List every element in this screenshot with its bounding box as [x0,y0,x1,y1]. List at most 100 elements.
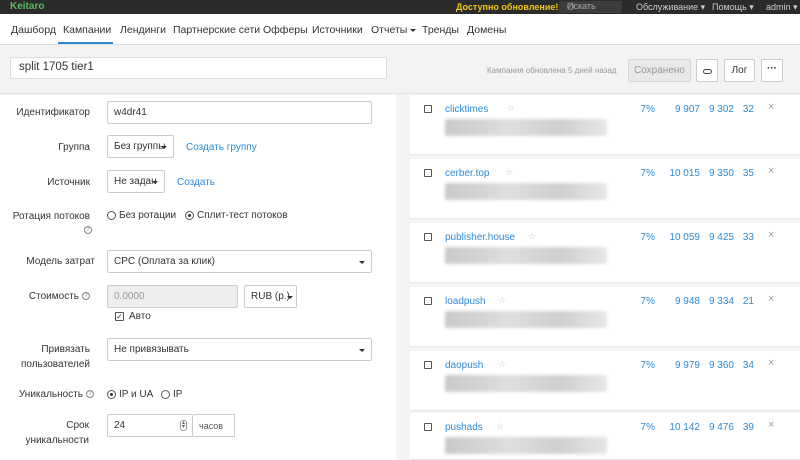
close-icon[interactable]: × [768,229,774,241]
stream-name-link[interactable]: loadpush [445,296,486,307]
nav-reports[interactable]: Отчеты [371,24,417,36]
stepper-icon[interactable]: ▴ ▾ [180,420,187,431]
stream-conversions[interactable]: 35 [724,168,754,179]
help-icon[interactable]: ? [84,226,92,234]
rotation-split-label[interactable]: Сплит-тест потоков [197,210,288,221]
stream-weight[interactable]: 7% [625,422,655,433]
app-logo[interactable]: Keitaro [10,1,44,12]
stream-weight[interactable]: 7% [625,296,655,307]
source-select-value: Не задан [114,176,157,187]
update-available-link[interactable]: Доступно обновление! [456,2,558,12]
chevron-down-icon [287,296,293,299]
currency-select-value: RUB (р.) [251,291,290,302]
currency-select[interactable]: RUB (р.) [244,285,297,308]
star-icon[interactable]: ☆ [505,167,513,178]
stream-name-link[interactable]: pushads [445,422,483,433]
stream-details-blurred [445,311,607,328]
uniqueness-ipua-label[interactable]: IP и UA [119,389,153,400]
close-icon[interactable]: × [768,101,774,113]
id-label: Идентификатор [16,107,90,118]
stream-conversions[interactable]: 39 [724,422,754,433]
help-icon[interactable]: ? [86,390,94,399]
more-button[interactable]: ··· [761,59,783,82]
source-select[interactable]: Не задан [107,170,165,193]
stream-checkbox[interactable] [424,297,432,305]
nav-affiliate-networks[interactable]: Партнерские сети [173,24,260,36]
nav-sources[interactable]: Источники [312,24,363,36]
uniqueness-term-label-2: уникальности [25,435,89,446]
nav-landings[interactable]: Лендинги [120,24,166,36]
stream-details-blurred [445,437,607,454]
rotation-none-label[interactable]: Без ротации [119,210,176,221]
stream-name-link[interactable]: cerber.top [445,168,489,179]
rotation-split-radio[interactable] [185,211,194,220]
group-label: Группа [58,142,90,153]
uniqueness-ipua-radio[interactable] [107,390,116,399]
menu-help[interactable]: Помощь ▾ [712,2,754,13]
close-icon[interactable]: × [768,419,774,431]
uniqueness-ip-label[interactable]: IP [173,389,182,400]
cost-model-select[interactable]: CPC (Оплата за клик) [107,250,372,273]
menu-service[interactable]: Обслуживание ▾ [636,2,705,13]
rotation-label: Ротация потоков [12,211,90,222]
nav-dashboard[interactable]: Дашборд [11,24,56,36]
campaign-link-button[interactable] [696,59,718,82]
campaign-settings-form: Идентификатор w4dr41 Группа Без группы С… [0,95,396,460]
stream-name-link[interactable]: publisher.house [445,232,515,243]
stream-name-link[interactable]: clicktimes [445,104,488,115]
search-icon [567,3,574,10]
stream-weight[interactable]: 7% [625,168,655,179]
stream-conversions[interactable]: 34 [724,360,754,371]
star-icon[interactable]: ☆ [496,421,504,432]
bind-users-select[interactable]: Не привязывать [107,338,372,361]
star-icon[interactable]: ☆ [507,103,515,114]
streams-list: clicktimes ☆ 7% 9 907 9 302 32 × cerber.… [396,95,800,460]
uniqueness-term-value: 24 [114,420,126,431]
stream-weight[interactable]: 7% [625,360,655,371]
cost-label-text: Стоимость [28,291,79,302]
cost-model-label: Модель затрат [26,256,95,267]
stream-checkbox[interactable] [424,361,432,369]
close-icon[interactable]: × [768,293,774,305]
nav-reports-label: Отчеты [371,24,408,36]
nav-offers[interactable]: Офферы [263,24,308,36]
nav-campaigns[interactable]: Кампании [63,24,111,36]
stream-weight[interactable]: 7% [625,232,655,243]
create-source-link[interactable]: Создать [177,177,215,188]
close-icon[interactable]: × [768,165,774,177]
stream-conversions[interactable]: 21 [724,296,754,307]
auto-cost-checkbox[interactable]: ✓ [115,312,124,321]
help-icon[interactable]: ? [82,292,90,301]
nav-trends[interactable]: Тренды [422,24,459,36]
stream-checkbox[interactable] [424,105,432,113]
star-icon[interactable]: ☆ [498,359,506,370]
group-select[interactable]: Без группы [107,135,174,158]
stream-conversions[interactable]: 33 [724,232,754,243]
stream-checkbox[interactable] [424,423,432,431]
nav-domains[interactable]: Домены [467,24,506,36]
star-icon[interactable]: ☆ [498,295,506,306]
stream-checkbox[interactable] [424,169,432,177]
id-input[interactable]: w4dr41 [107,101,372,124]
campaign-name-input[interactable]: split 1705 tier1 [10,57,387,79]
close-icon[interactable]: × [768,357,774,369]
rotation-none-radio[interactable] [107,211,116,220]
link-icon [703,69,712,74]
stream-card: publisher.house ☆ 7% 10 059 9 425 33 × [410,223,800,283]
global-search-input[interactable]: Искать [559,1,622,13]
stream-details-blurred [445,183,607,200]
uniqueness-term-input[interactable]: 24 ▴ ▾ [107,414,193,437]
stream-checkbox[interactable] [424,233,432,241]
star-icon[interactable]: ☆ [528,231,536,242]
menu-user[interactable]: admin ▾ [766,2,798,13]
stream-conversions[interactable]: 32 [724,104,754,115]
stream-name-link[interactable]: daopush [445,360,483,371]
uniqueness-ip-radio[interactable] [161,390,170,399]
auto-cost-label[interactable]: Авто [129,311,151,322]
log-button[interactable]: Лог [724,59,755,82]
save-button[interactable]: Сохранено [628,59,691,82]
cost-input[interactable]: 0.0000 [107,285,238,308]
stream-weight[interactable]: 7% [625,104,655,115]
stream-card: daopush ☆ 7% 9 979 9 360 34 × [410,351,800,411]
create-group-link[interactable]: Создать группу [186,142,257,153]
